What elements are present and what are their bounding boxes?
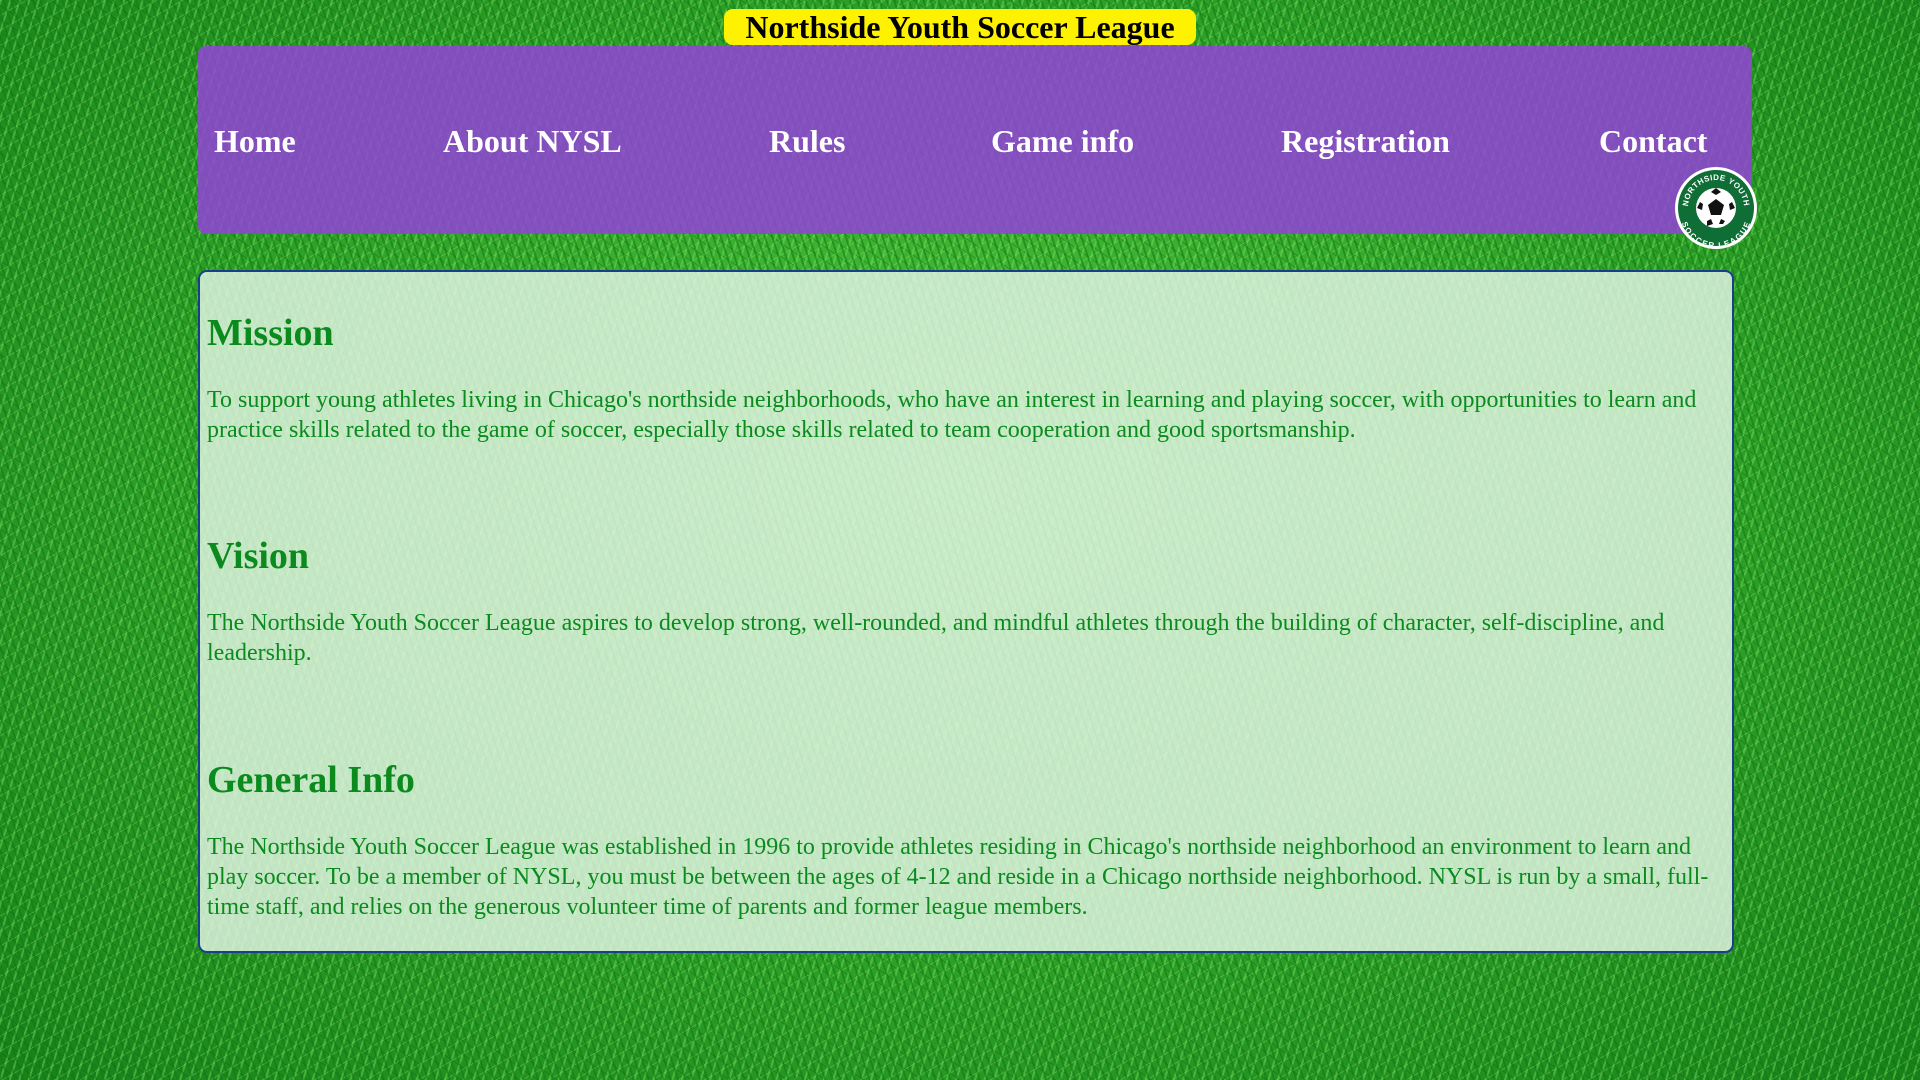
nav-link-game-info[interactable]: Game info	[991, 121, 1134, 161]
mission-text: To support young athletes living in Chic…	[207, 387, 1697, 443]
nav-link-registration[interactable]: Registration	[1281, 121, 1450, 161]
general-info-text: The Northside Youth Soccer League was es…	[207, 834, 1709, 920]
general-info-heading: General Info	[207, 759, 415, 801]
mission-heading: Mission	[207, 312, 334, 354]
nav-link-contact[interactable]: Contact	[1599, 121, 1707, 161]
content-panel: Mission To support young athletes living…	[198, 270, 1734, 953]
nav-link-home[interactable]: Home	[214, 121, 296, 161]
site-title: Northside Youth Soccer League	[724, 9, 1196, 45]
soccer-ball-icon: NORTHSIDE YOUTH SOCCER LEAGUE	[1675, 167, 1757, 250]
main-navigation: Home About NYSL Rules Game info Registra…	[198, 46, 1752, 234]
nav-link-rules[interactable]: Rules	[769, 121, 845, 161]
nav-link-about[interactable]: About NYSL	[443, 121, 622, 161]
vision-text: The Northside Youth Soccer League aspire…	[207, 610, 1665, 666]
vision-heading: Vision	[207, 535, 310, 577]
league-logo[interactable]: NORTHSIDE YOUTH SOCCER LEAGUE	[1674, 166, 1758, 250]
